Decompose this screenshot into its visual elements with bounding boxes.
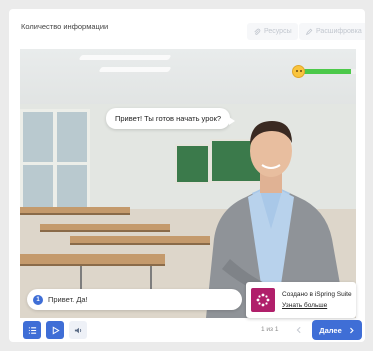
top-bar: Количество информации Ресурсы Расшифровк… xyxy=(9,9,365,49)
paperclip-icon xyxy=(254,28,261,35)
transcript-button[interactable]: Расшифровка xyxy=(299,23,365,40)
transcript-label: Расшифровка xyxy=(316,28,362,35)
play-icon xyxy=(52,325,60,335)
volume-button[interactable] xyxy=(69,321,87,339)
learn-more-link[interactable]: Узнать больше xyxy=(282,302,327,309)
desk xyxy=(20,254,165,266)
page-counter: 1 из 1 xyxy=(261,326,279,333)
list-icon xyxy=(28,326,36,334)
mood-meter-fill xyxy=(299,69,352,74)
classroom-window xyxy=(20,109,90,219)
pen-icon xyxy=(305,28,313,35)
answer-option[interactable]: 1 Привет. Да! xyxy=(27,289,242,310)
play-button[interactable] xyxy=(46,321,64,339)
outline-button[interactable] xyxy=(23,321,41,339)
dialogue-scene: Привет! Ты готов начать урок? xyxy=(20,49,356,318)
course-title: Количество информации xyxy=(21,22,109,31)
ispring-logo-icon xyxy=(251,288,275,312)
speech-bubble: Привет! Ты готов начать урок? xyxy=(106,108,236,129)
next-label: Далее xyxy=(319,325,342,335)
speaker-icon xyxy=(74,327,81,333)
next-button[interactable]: Далее xyxy=(312,320,362,340)
chevron-left-icon xyxy=(296,326,301,334)
ispring-created-text: Создано в iSpring Suite xyxy=(282,291,352,298)
mood-meter-track xyxy=(299,69,356,74)
chevron-right-icon xyxy=(349,327,354,333)
ispring-promo: Создано в iSpring Suite Узнать больше xyxy=(246,282,356,318)
resources-button[interactable]: Ресурсы xyxy=(247,23,298,40)
player-window: Количество информации Ресурсы Расшифровк… xyxy=(9,9,365,342)
prev-button[interactable] xyxy=(290,321,308,339)
smiley-icon xyxy=(292,65,305,78)
answer-text: Привет. Да! xyxy=(48,295,88,304)
resources-label: Ресурсы xyxy=(264,28,292,35)
bottom-bar: 1 из 1 Далее xyxy=(9,318,365,342)
answer-number: 1 xyxy=(33,294,43,305)
ceiling-light xyxy=(98,67,172,72)
desk xyxy=(40,224,170,232)
desk xyxy=(20,207,130,215)
mood-meter xyxy=(292,65,356,78)
ceiling-light xyxy=(78,55,172,60)
